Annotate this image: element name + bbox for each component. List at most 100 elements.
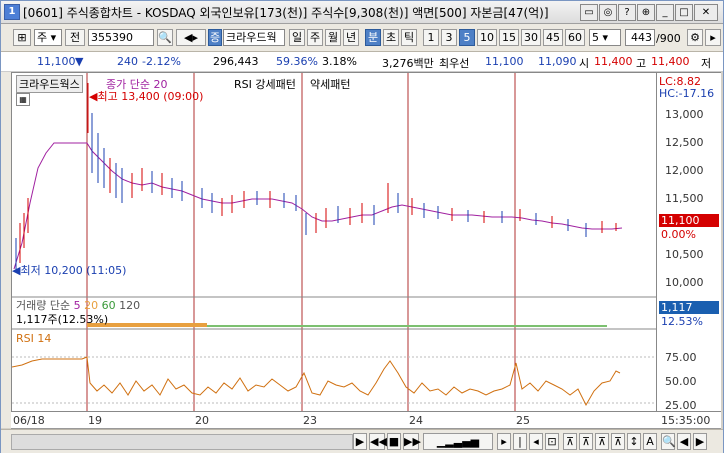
- tick-12500: 12,500: [665, 136, 704, 149]
- low-annotation: ◀최저 10,200 (11:05): [12, 262, 126, 278]
- day-separators: [86, 73, 516, 411]
- tools-icon[interactable]: ⚙: [687, 29, 703, 46]
- period-second[interactable]: 초: [383, 29, 399, 46]
- window-title: [0601] 주식종합차트 - KOSDAQ 외국인보유[173(천)] 주식수…: [23, 6, 549, 20]
- price-axis: LC:8.82 HC:-17.16 13,000 12,500 12,000 1…: [657, 72, 721, 412]
- price-change: 240: [117, 55, 138, 68]
- period-year[interactable]: 년: [343, 29, 359, 46]
- interval-3[interactable]: 3: [441, 29, 457, 46]
- tick-11500: 11,500: [665, 192, 704, 205]
- zoom-slider[interactable]: ▁▂▃▄▅: [423, 433, 493, 450]
- restore-icon[interactable]: ▭: [580, 4, 598, 21]
- rsi-tick-75: 75.00: [665, 351, 697, 364]
- rewind-icon[interactable]: ◀◀: [369, 433, 387, 450]
- current-price: 11,100: [37, 55, 76, 68]
- rsi-tick-50: 50.00: [665, 375, 697, 388]
- minimize-button[interactable]: _: [656, 4, 674, 21]
- high-annotation-text: 최고 13,400 (09:00): [97, 90, 204, 103]
- quote-bar: 11,100 ▼ 240 -2.12% 296,443 59.36% 3.18%…: [1, 52, 723, 72]
- turnover-value: 3.18%: [322, 55, 357, 68]
- hc-label: HC:-17.16: [659, 87, 715, 100]
- pan-right-icon[interactable]: ▶: [693, 433, 707, 450]
- interval-1[interactable]: 1: [423, 29, 439, 46]
- volume-pct: 59.36%: [276, 55, 318, 68]
- weak-pattern-legend[interactable]: 약세패턴: [310, 76, 350, 92]
- interval-select[interactable]: 5 ▾: [589, 29, 621, 46]
- expand-icon[interactable]: ▸: [705, 29, 721, 46]
- pin-icon[interactable]: ⊕: [637, 4, 655, 21]
- count-input[interactable]: 443: [625, 29, 655, 46]
- interval-5[interactable]: 5: [459, 29, 475, 46]
- rsi-pattern-legend[interactable]: RSI 강세패턴: [234, 76, 296, 92]
- bid-price: 11,090: [538, 55, 577, 68]
- shape-tool-icon[interactable]: ⊼: [611, 433, 625, 450]
- grid-toggle-icon[interactable]: ▦: [16, 93, 30, 106]
- search-icon[interactable]: 🔍: [157, 29, 173, 46]
- rsi-line: [12, 356, 621, 407]
- zoom-in-icon[interactable]: ◂: [529, 433, 543, 450]
- interval-45[interactable]: 45: [543, 29, 563, 46]
- stock-legend[interactable]: 크라우드웍스: [16, 75, 83, 93]
- tick-12000: 12,000: [665, 164, 704, 177]
- help-icon[interactable]: ?: [618, 4, 636, 21]
- volume-current: 1,117주(12.53%): [16, 313, 109, 326]
- settings-icon[interactable]: ◎: [599, 4, 617, 21]
- ma20-line: [13, 142, 623, 270]
- candles: [15, 83, 617, 271]
- chart-area[interactable]: 크라우드웍스 ▦ 종가 단순 20 RSI 강세패턴 약세패턴 ◀최고 13,4…: [11, 72, 657, 412]
- period-day[interactable]: 일: [289, 29, 305, 46]
- period-week[interactable]: 주: [307, 29, 323, 46]
- price-change-pct: -2.12%: [142, 55, 181, 68]
- all-button[interactable]: 전: [65, 29, 85, 46]
- left-strip: [1, 72, 11, 428]
- open-label: 시: [579, 57, 590, 70]
- code-input[interactable]: 355390: [88, 29, 154, 46]
- period-tick[interactable]: 틱: [401, 29, 417, 46]
- fit-icon[interactable]: ⊡: [545, 433, 559, 450]
- xlabel-0618: 06/18: [13, 414, 45, 427]
- zoom-out-icon[interactable]: ▸: [497, 433, 511, 450]
- text-tool-icon[interactable]: A: [643, 433, 657, 450]
- draw-tool-icon[interactable]: ⊼: [563, 433, 577, 450]
- chart-window: 1 [0601] 주식종합차트 - KOSDAQ 외국인보유[173(천)] 주…: [0, 0, 724, 453]
- maximize-button[interactable]: □: [675, 4, 693, 21]
- trend-tool-icon[interactable]: ⊼: [579, 433, 593, 450]
- title-bar: 1 [0601] 주식종합차트 - KOSDAQ 외국인보유[173(천)] 주…: [1, 1, 723, 24]
- play-icon[interactable]: ▶: [353, 433, 367, 450]
- rsi-legend[interactable]: RSI 14: [16, 332, 51, 345]
- count-total: /900: [656, 32, 681, 45]
- close-button[interactable]: ✕: [694, 4, 718, 21]
- high-price: 11,400: [651, 55, 690, 68]
- ruler-icon[interactable]: |: [513, 433, 527, 450]
- market-select[interactable]: 주 ▾: [34, 29, 62, 46]
- stop-icon[interactable]: ■: [387, 433, 401, 450]
- window-number-icon: 1: [4, 4, 20, 20]
- low-annotation-text: 최저 10,200 (11:05): [20, 264, 127, 277]
- xlabel-20: 20: [195, 414, 209, 427]
- zoom-icon[interactable]: 🔍: [661, 433, 676, 450]
- navigation-bar: ▶ ◀◀ ■ ▶▶ ▁▂▃▄▅ ▸ | ◂ ⊡ ⊼ ⊼ ⊼ ⊼ ↕ A 🔍 ◀ …: [1, 429, 723, 453]
- volume-tag: 1,117: [659, 301, 719, 314]
- interval-select-value: 5: [592, 31, 599, 44]
- period-minute[interactable]: 분: [365, 29, 381, 46]
- stock-name-field[interactable]: 크라우드웍: [223, 29, 285, 46]
- interval-30[interactable]: 30: [521, 29, 541, 46]
- pan-left-icon[interactable]: ◀: [677, 433, 691, 450]
- fib-tool-icon[interactable]: ⊼: [595, 433, 609, 450]
- scroll-track[interactable]: [11, 434, 353, 450]
- time-axis: 06/18 19 20 23 24 25 15:35:00: [11, 412, 721, 429]
- interval-15[interactable]: 15: [499, 29, 519, 46]
- high-annotation: ◀최고 13,400 (09:00): [89, 88, 203, 104]
- forward-icon[interactable]: ▶▶: [403, 433, 421, 450]
- volume-pct-tag: 12.53%: [661, 315, 703, 328]
- split-icon[interactable]: ⊞: [13, 29, 31, 46]
- volume-ma120: 120: [119, 299, 141, 312]
- volume-ma60-band: [207, 325, 607, 327]
- tick-13000: 13,000: [665, 108, 704, 121]
- period-month[interactable]: 월: [325, 29, 341, 46]
- scale-tool-icon[interactable]: ↕: [627, 433, 641, 450]
- nav-arrows-icon[interactable]: ◀▸: [176, 29, 206, 46]
- chart-svg: [12, 73, 656, 411]
- interval-60[interactable]: 60: [565, 29, 585, 46]
- interval-10[interactable]: 10: [477, 29, 497, 46]
